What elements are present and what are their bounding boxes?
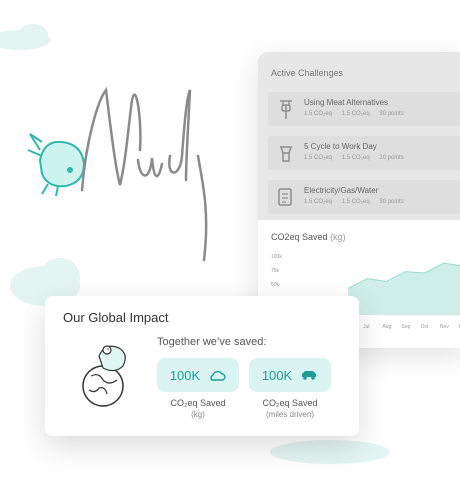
handwritten-wordmark — [80, 86, 208, 262]
challenge-name: Using Meat Alternatives — [304, 98, 389, 107]
challenge-saved: 1.5 CO₂eq — [304, 155, 333, 161]
globe-bird-icon — [82, 345, 126, 407]
car-icon — [302, 371, 317, 380]
y-tick-label: 75k — [271, 268, 280, 274]
challenge-row[interactable]: 5 Cycle to Work Day 1.5 CO₂eq 1.5 CO₂eq … — [268, 136, 460, 170]
bicycle-icon — [279, 146, 293, 162]
nudj-logo — [27, 86, 208, 262]
y-tick-label: 50k — [271, 282, 280, 288]
x-tick-label: Sep — [402, 324, 411, 330]
stat-label: CO₂eq Saved (miles driven) — [249, 398, 331, 420]
challenge-row[interactable]: Electricity/Gas/Water 1.5 CO₂eq 1.5 CO₂e… — [268, 180, 460, 214]
background-cloud — [270, 440, 390, 464]
challenge-points: 30 points — [379, 111, 404, 117]
stat-label-text: CO₂eq Saved — [170, 398, 226, 408]
stat-value: 100K — [169, 367, 201, 383]
x-tick-label: Aug — [382, 324, 391, 330]
stat-note: (miles driven) — [265, 410, 314, 419]
challenge-points: 30 points — [379, 199, 404, 205]
challenge-meta: 1.5 CO₂eq 1.5 CO₂eq 30 points — [304, 155, 412, 161]
stat-label-text: CO₂eq Saved — [262, 398, 318, 408]
stat-value: 100K — [261, 367, 293, 383]
series-area — [348, 263, 460, 315]
stat-label: CO₂eq Saved (kg) — [157, 398, 239, 420]
cloud-icon — [210, 370, 226, 381]
impact-title: Our Global Impact — [63, 310, 169, 325]
utility-icon — [278, 188, 292, 206]
stat-note: (kg) — [191, 410, 205, 419]
challenge-name: Electricity/Gas/Water — [304, 186, 379, 195]
challenge-row[interactable]: Using Meat Alternatives 1.5 CO₂eq 1.5 CO… — [268, 92, 460, 126]
challenges-title: Active Challenges — [271, 68, 344, 78]
challenge-saved: 1.5 CO₂eq — [304, 111, 333, 117]
miles-stat-pill: 100K — [249, 358, 331, 392]
background-cloud — [18, 24, 48, 46]
challenge-points: 30 points — [379, 155, 404, 161]
x-tick-label: Nov — [440, 324, 449, 330]
global-impact-card: Our Global Impact Together we’ve saved: … — [45, 296, 359, 436]
challenge-saved: 1.5 CO₂eq — [341, 111, 370, 117]
co2-stat-pill: 100K — [157, 358, 239, 392]
challenge-saved: 1.5 CO₂eq — [304, 199, 333, 205]
challenge-meta: 1.5 CO₂eq 1.5 CO₂eq 30 points — [304, 199, 412, 205]
bird-logo-icon — [27, 133, 86, 197]
challenge-name: 5 Cycle to Work Day — [304, 142, 377, 151]
y-tick-label: 100k — [271, 254, 282, 260]
active-challenges-panel: Active Challenges Using Meat Alternative… — [258, 52, 460, 220]
meat-icon — [280, 100, 292, 119]
x-tick-label: Jul — [363, 324, 369, 330]
x-tick-label: Oct — [421, 324, 429, 330]
challenge-saved: 1.5 CO₂eq — [341, 199, 370, 205]
challenge-saved: 1.5 CO₂eq — [341, 155, 370, 161]
impact-subtitle: Together we’ve saved: — [157, 336, 267, 348]
challenge-meta: 1.5 CO₂eq 1.5 CO₂eq 30 points — [304, 111, 412, 117]
